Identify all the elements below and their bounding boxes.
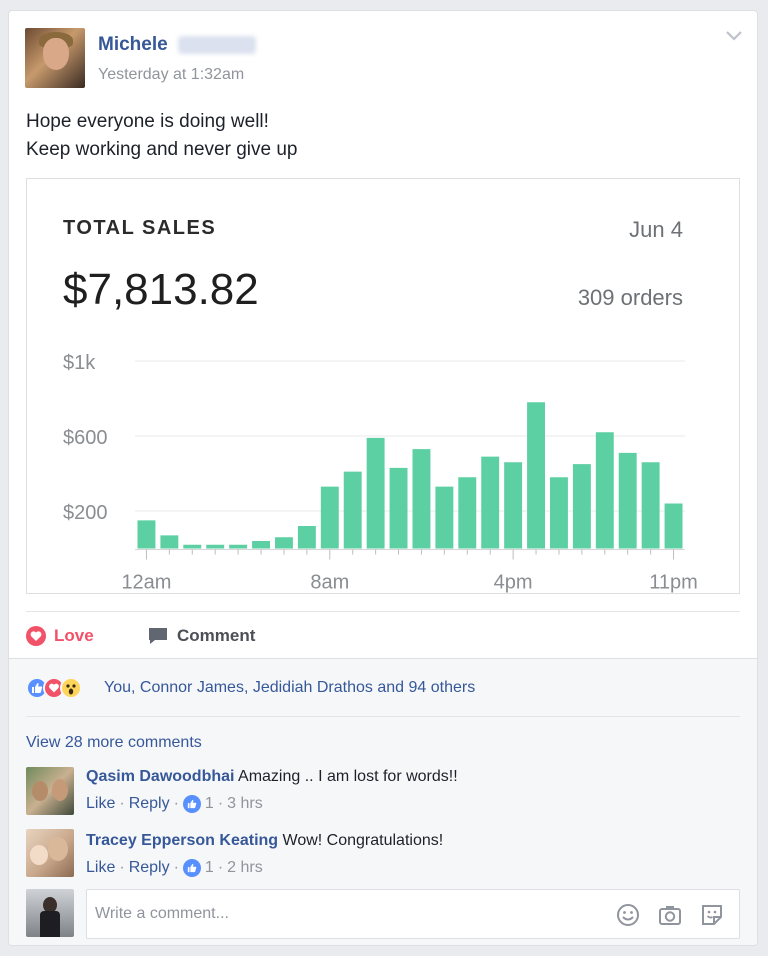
- bar: [595, 432, 614, 549]
- post-text-line: Keep working and never give up: [26, 139, 298, 160]
- bar: [366, 437, 385, 549]
- bar: [252, 541, 270, 549]
- bar: [641, 462, 660, 549]
- bar: [435, 486, 454, 549]
- comment-time[interactable]: 3 hrs: [227, 795, 263, 813]
- love-label: Love: [54, 626, 94, 645]
- divider: [26, 611, 740, 612]
- bar: [550, 477, 568, 549]
- camera-icon[interactable]: [657, 902, 683, 928]
- comment-reply-link[interactable]: Reply: [129, 795, 170, 813]
- bar: [389, 467, 408, 549]
- author-name[interactable]: Michele: [98, 34, 168, 56]
- bar: [527, 402, 545, 549]
- comment-like-link[interactable]: Like: [86, 859, 115, 877]
- comment-line: Tracey Epperson Keating Wow! Congratulat…: [86, 832, 443, 850]
- current-user-avatar[interactable]: [26, 889, 74, 937]
- bar: [343, 471, 362, 549]
- bar: [160, 535, 179, 549]
- x-tick-label: 8am: [310, 572, 349, 594]
- divider: [26, 716, 740, 717]
- chart-orders: 309 orders: [577, 285, 683, 310]
- separator: ·: [119, 795, 125, 812]
- bar: [481, 456, 500, 549]
- comment-line: Qasim Dawoodbhai Amazing .. I am lost fo…: [86, 768, 458, 786]
- separator: ·: [217, 795, 224, 812]
- sticker-icon[interactable]: [699, 902, 725, 928]
- comment-meta: Like · Reply · 1 · 3 hrs: [86, 795, 263, 813]
- separator: ·: [119, 859, 125, 876]
- comment-like-link[interactable]: Like: [86, 795, 115, 813]
- separator: ·: [173, 859, 179, 876]
- emoji-icon[interactable]: [615, 902, 641, 928]
- commenter-avatar[interactable]: [26, 767, 74, 815]
- comment-input[interactable]: [95, 902, 595, 926]
- reaction-icons[interactable]: [26, 677, 82, 699]
- bar: [275, 537, 293, 549]
- sales-chart-image[interactable]: $1k $600 $200 12am 8am 4pm 11pm TOTAL SALES Ju…: [26, 178, 740, 594]
- separator: ·: [217, 859, 224, 876]
- bar: [206, 544, 225, 549]
- comment-time[interactable]: 2 hrs: [227, 859, 263, 877]
- chart-total: $7,813.82: [63, 265, 259, 314]
- y-tick-label: $200: [63, 502, 108, 524]
- comment-like-count[interactable]: 1: [205, 795, 214, 813]
- love-button[interactable]: Love: [26, 625, 94, 647]
- comment-like-count[interactable]: 1: [205, 859, 214, 877]
- reactions-summary[interactable]: You, Connor James, Jedidiah Drathos and …: [104, 679, 475, 697]
- comment-reply-link[interactable]: Reply: [129, 859, 170, 877]
- comment-button[interactable]: Comment: [147, 625, 255, 647]
- post-timestamp[interactable]: Yesterday at 1:32am: [98, 66, 244, 84]
- author-surname-redacted: [178, 36, 256, 54]
- y-tick-label: $600: [63, 427, 108, 449]
- wow-icon: [60, 677, 82, 699]
- commenter-name[interactable]: Qasim Dawoodbhai: [86, 768, 234, 785]
- love-icon: [26, 626, 46, 646]
- post-text: Hope everyone is doing well! Keep workin…: [26, 108, 297, 164]
- x-tick-label: 4pm: [494, 572, 533, 594]
- bar: [183, 544, 202, 549]
- comment-meta: Like · Reply · 1 · 2 hrs: [86, 859, 263, 877]
- x-tick-label: 11pm: [649, 572, 698, 594]
- bar: [458, 477, 477, 549]
- separator: ·: [173, 795, 179, 812]
- like-icon: [182, 859, 201, 877]
- x-tick-label: 12am: [121, 572, 171, 594]
- y-tick-label: $1k: [63, 352, 96, 374]
- bar: [618, 452, 637, 549]
- bar: [137, 520, 156, 549]
- like-icon: [182, 795, 201, 813]
- bar: [572, 464, 591, 549]
- bar: [229, 544, 248, 549]
- chevron-down-icon[interactable]: [724, 29, 744, 43]
- comment-icon: [149, 628, 167, 644]
- commenter-name[interactable]: Tracey Epperson Keating: [86, 832, 278, 849]
- author-avatar[interactable]: [25, 28, 85, 88]
- bar: [297, 526, 316, 549]
- post-text-line: Hope everyone is doing well!: [26, 111, 269, 132]
- comment-text: Wow! Congratulations!: [282, 832, 444, 849]
- bar: [320, 486, 339, 549]
- comment-text: Amazing .. I am lost for words!!: [238, 768, 458, 785]
- post-card: Michele Yesterday at 1:32am Hope everyon…: [8, 10, 758, 946]
- commenter-avatar[interactable]: [26, 829, 74, 877]
- bar: [664, 503, 683, 549]
- bar: [412, 449, 431, 549]
- comment-label: Comment: [177, 626, 256, 645]
- chart-date: Jun 4: [629, 217, 683, 242]
- comment-composer[interactable]: [86, 889, 740, 939]
- view-more-comments-link[interactable]: View 28 more comments: [26, 734, 202, 752]
- bar: [504, 462, 523, 549]
- chart-title: TOTAL SALES: [63, 217, 217, 239]
